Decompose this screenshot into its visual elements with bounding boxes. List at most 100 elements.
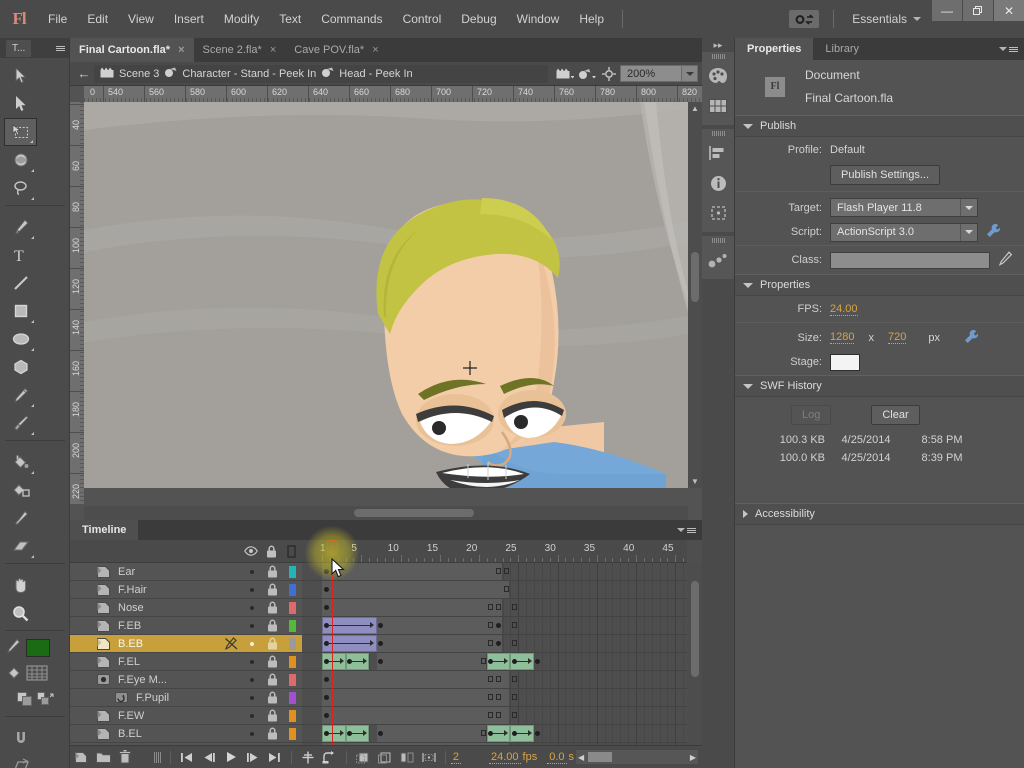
layer-row[interactable]: F.EB xyxy=(70,617,302,635)
loop-playback-button[interactable] xyxy=(319,746,341,768)
blank-keyframe-marker[interactable] xyxy=(488,622,494,628)
layer-lock-toggle[interactable] xyxy=(262,619,282,632)
section-publish-header[interactable]: Publish xyxy=(735,115,1024,137)
grid-fill-icon[interactable] xyxy=(26,665,48,684)
tool-zoom[interactable] xyxy=(4,599,37,627)
blank-keyframe-marker[interactable] xyxy=(480,730,486,736)
goto-last-frame-button[interactable] xyxy=(264,746,286,768)
layer-outline-color[interactable] xyxy=(282,583,302,596)
scroll-left-icon[interactable]: ◀ xyxy=(578,753,584,762)
eye-icon[interactable] xyxy=(241,546,261,556)
layer-outline-color[interactable] xyxy=(282,565,302,578)
tool-free-transform[interactable] xyxy=(4,118,37,146)
scroll-up-icon[interactable]: ▲ xyxy=(688,104,702,113)
menu-modify[interactable]: Modify xyxy=(214,0,269,38)
frame-row[interactable] xyxy=(302,635,687,653)
swatches-panel-icon[interactable] xyxy=(702,91,734,121)
elapsed-time-indicator[interactable]: 0.0 xyxy=(547,751,567,764)
keyframe-marker[interactable] xyxy=(323,641,329,646)
layer-lock-toggle[interactable] xyxy=(262,583,282,596)
menu-text[interactable]: Text xyxy=(269,0,311,38)
panel-grip[interactable] xyxy=(702,52,734,61)
blank-keyframe-marker[interactable] xyxy=(511,640,517,646)
layer-row[interactable]: Ear xyxy=(70,563,302,581)
panel-grip[interactable] xyxy=(702,129,734,138)
tool-eyedropper[interactable] xyxy=(4,504,37,532)
tool-ink-bottle[interactable] xyxy=(4,476,37,504)
layer-visibility-toggle[interactable] xyxy=(242,587,262,592)
tab-timeline[interactable]: Timeline xyxy=(70,520,139,540)
section-accessibility-header[interactable]: Accessibility xyxy=(735,503,1024,525)
blank-keyframe-marker[interactable] xyxy=(488,712,494,718)
tool-pen[interactable] xyxy=(4,213,37,241)
transform-panel-icon[interactable] xyxy=(702,198,734,228)
scrollbar-thumb[interactable] xyxy=(588,752,612,762)
breadcrumb-scene[interactable]: Scene 3 xyxy=(119,68,159,80)
layer-name[interactable]: F.EL xyxy=(118,656,242,668)
blank-keyframe-marker[interactable] xyxy=(496,604,502,610)
new-layer-button[interactable] xyxy=(70,746,92,768)
frame-span[interactable] xyxy=(322,599,503,616)
layer-lock-toggle[interactable] xyxy=(262,655,282,668)
align-panel-icon[interactable] xyxy=(702,138,734,168)
menu-file[interactable]: File xyxy=(38,0,77,38)
frame-row[interactable] xyxy=(302,707,687,725)
panel-menu-icon[interactable] xyxy=(677,520,702,540)
tool-gradient-transform[interactable] xyxy=(4,146,37,174)
frame-row[interactable] xyxy=(302,581,687,599)
tool-subselection[interactable] xyxy=(4,90,37,118)
menu-edit[interactable]: Edit xyxy=(77,0,118,38)
layer-name[interactable]: F.EB xyxy=(118,620,242,632)
tool-selection[interactable] xyxy=(4,62,37,90)
black-white-colors-icon[interactable] xyxy=(17,692,33,709)
tool-pencil[interactable] xyxy=(4,381,37,409)
scrollbar-thumb[interactable] xyxy=(691,252,699,302)
class-input[interactable] xyxy=(830,251,990,269)
keyframe-marker[interactable] xyxy=(511,659,517,664)
document-settings-wrench-icon[interactable] xyxy=(964,329,979,347)
panel-menu-icon[interactable] xyxy=(56,45,65,51)
blank-keyframe-marker[interactable] xyxy=(496,676,502,682)
keyframe-marker[interactable] xyxy=(323,569,329,574)
tool-brush[interactable] xyxy=(4,409,37,437)
close-icon[interactable]: × xyxy=(372,44,378,56)
frame-span[interactable] xyxy=(322,671,511,688)
gear-sync-icon[interactable] xyxy=(789,10,820,28)
timeline-ruler[interactable]: 15101520253035404550 xyxy=(302,540,687,563)
menu-insert[interactable]: Insert xyxy=(164,0,214,38)
layer-outline-color[interactable] xyxy=(282,691,302,704)
layer-row[interactable]: B.EL xyxy=(70,725,302,743)
lock-icon[interactable] xyxy=(261,545,281,558)
tool-eraser[interactable] xyxy=(4,532,37,560)
blank-keyframe-marker[interactable] xyxy=(496,712,502,718)
frame-span[interactable] xyxy=(322,563,503,580)
layer-name[interactable]: Nose xyxy=(118,602,242,614)
breadcrumb-head[interactable]: Head - Peek In xyxy=(339,68,412,80)
layer-lock-toggle[interactable] xyxy=(262,709,282,722)
layer-visibility-toggle[interactable] xyxy=(242,731,262,736)
tool-lasso[interactable] xyxy=(4,174,37,202)
tool-paint-bucket[interactable] xyxy=(4,448,37,476)
layer-lock-toggle[interactable] xyxy=(262,727,282,740)
step-back-button[interactable] xyxy=(198,746,220,768)
keyframe-marker[interactable] xyxy=(511,731,517,736)
tab-properties[interactable]: Properties xyxy=(735,38,814,60)
blank-keyframe-marker[interactable] xyxy=(504,568,510,574)
delete-layer-button[interactable] xyxy=(114,746,136,768)
chevron-down-icon[interactable] xyxy=(960,199,977,216)
layer-row[interactable]: B.EB xyxy=(70,635,302,653)
keyframe-marker[interactable] xyxy=(535,659,541,664)
close-icon[interactable]: × xyxy=(270,44,276,56)
fps-value[interactable]: 24.00 xyxy=(830,303,858,316)
layer-outline-color[interactable] xyxy=(282,727,302,740)
doc-tab-cave-pov[interactable]: Cave POV.fla* × xyxy=(285,38,388,62)
layer-outline-color[interactable] xyxy=(282,601,302,614)
menu-debug[interactable]: Debug xyxy=(451,0,506,38)
blank-keyframe-marker[interactable] xyxy=(511,676,517,682)
frame-span[interactable] xyxy=(376,617,503,634)
workspace-selector[interactable]: Essentials xyxy=(842,12,931,26)
tool-rectangle[interactable] xyxy=(4,297,37,325)
blank-keyframe-marker[interactable] xyxy=(480,658,486,664)
back-arrow-icon[interactable]: ← xyxy=(74,66,94,81)
layer-lock-toggle[interactable] xyxy=(262,565,282,578)
